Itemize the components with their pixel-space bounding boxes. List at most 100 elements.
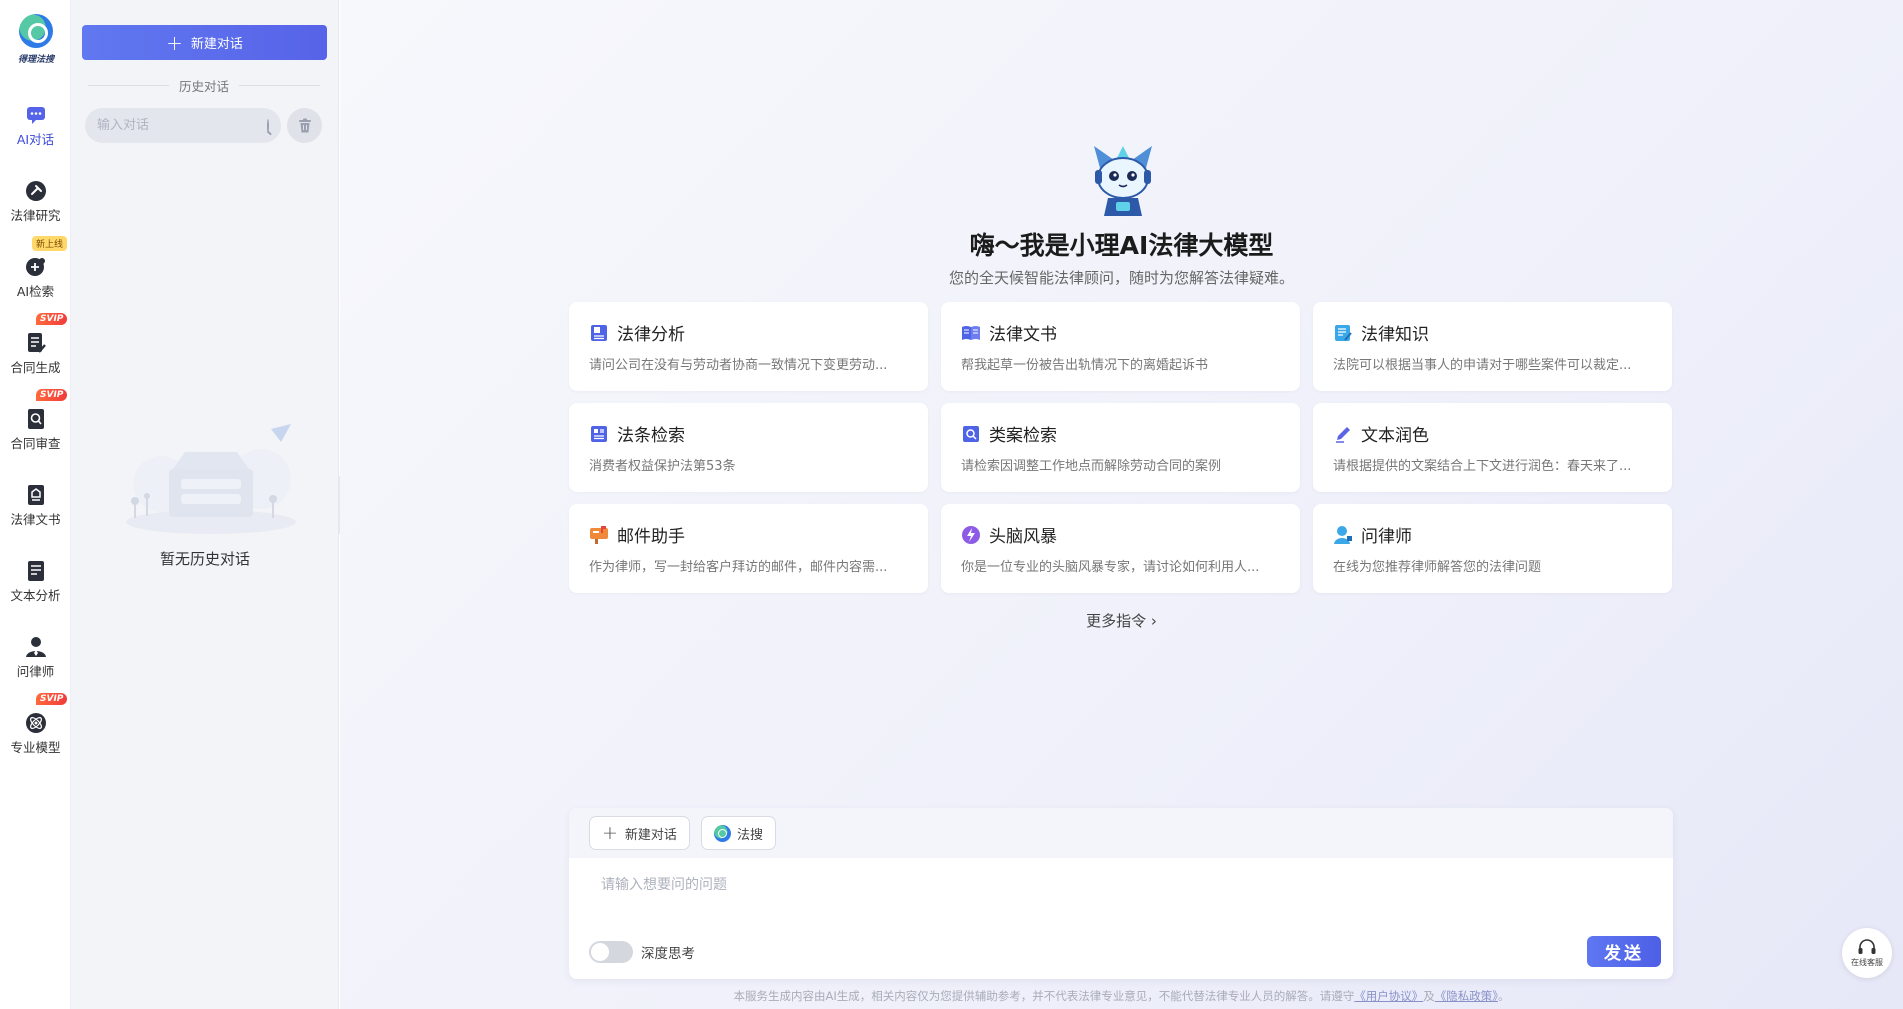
- rail-label: 合同审查: [10, 436, 61, 451]
- mailbox-icon: [589, 525, 609, 545]
- logo-icon: [19, 14, 53, 48]
- card-desc: 请根据提供的文案结合上下文进行润色：春天来了...: [1333, 459, 1632, 474]
- customer-service-button[interactable]: 在线客服: [1842, 928, 1892, 978]
- book-icon: [589, 323, 609, 343]
- case-search-icon: [961, 424, 981, 444]
- chevron-right-icon: ›: [1150, 612, 1157, 630]
- logo-text: 得理法搜: [17, 55, 54, 65]
- pen-icon: [1333, 424, 1353, 444]
- prompt-card-ask-lawyer[interactable]: 问律师 在线为您推荐律师解答您的法律问题: [1313, 504, 1672, 593]
- disclaimer-and: 及: [1423, 989, 1435, 1003]
- hero-title: 嗨～我是小理AI法律大模型: [969, 231, 1274, 260]
- rail-label: AI检索: [16, 284, 55, 299]
- svip-badge: SVIP: [36, 313, 68, 325]
- card-title: 头脑风暴: [989, 527, 1057, 547]
- icon-rail: 得理法搜 AI对话 法律研究 新上线 AI检索 SVIP 合同生成 SVIP 合…: [0, 0, 71, 1009]
- svip-badge: SVIP: [36, 693, 68, 705]
- doc-lines-icon: [25, 560, 47, 582]
- card-title: 法条检索: [617, 426, 685, 446]
- knowledge-icon: [1333, 323, 1353, 343]
- doc-pen-icon: [25, 332, 47, 354]
- rail-label: 专业模型: [10, 740, 61, 755]
- rail-item-ask-lawyer[interactable]: 问律师: [0, 636, 71, 680]
- fasou-button[interactable]: 法搜: [700, 816, 776, 850]
- rail-item-legal-research[interactable]: 法律研究: [0, 180, 71, 224]
- search-icon[interactable]: [267, 118, 269, 133]
- clear-history-button[interactable]: [287, 108, 322, 143]
- rail-item-contract-gen[interactable]: SVIP 合同生成: [0, 313, 71, 376]
- app-logo[interactable]: 得理法搜: [10, 14, 62, 65]
- card-title: 邮件助手: [617, 527, 685, 547]
- disclaimer-tail: 。: [1498, 989, 1510, 1003]
- prompt-card-legal-analysis[interactable]: 法律分析 请问公司在没有与劳动者协商一致情况下变更劳动...: [569, 302, 928, 391]
- svip-badge: SVIP: [36, 389, 68, 401]
- history-search-input[interactable]: [97, 118, 267, 133]
- rail-item-contract-review[interactable]: SVIP 合同审查: [0, 389, 71, 452]
- card-title: 法律文书: [989, 325, 1057, 345]
- disclaimer-body: 本服务生成内容由AI生成，相关内容仅为您提供辅助参考，并不代表法律专业意见，不能…: [733, 989, 1355, 1003]
- card-desc: 请问公司在没有与劳动者协商一致情况下变更劳动...: [589, 358, 888, 373]
- new-badge: 新上线: [32, 236, 68, 251]
- history-panel: + 新建对话 历史对话 暂无历史对话: [71, 0, 339, 1009]
- card-desc: 你是一位专业的头脑风暴专家，请讨论如何利用人...: [961, 560, 1260, 575]
- deep-think-label: 深度思考: [641, 946, 695, 962]
- prompt-card-statute-search[interactable]: 法条检索 消费者权益保护法第53条: [569, 403, 928, 492]
- doc-search-icon: [25, 408, 47, 430]
- fasou-logo-icon: [713, 824, 731, 842]
- rail-label: AI对话: [16, 132, 55, 147]
- rail-item-ai-chat[interactable]: AI对话: [0, 104, 71, 148]
- card-desc: 法院可以根据当事人的申请对于哪些案件可以裁定...: [1333, 358, 1632, 373]
- history-search-box[interactable]: [85, 108, 281, 143]
- rail-label: 法律研究: [10, 208, 61, 223]
- empty-history-text: 暂无历史对话: [159, 550, 250, 568]
- rail-item-text-analysis[interactable]: 文本分析: [0, 560, 71, 604]
- lawyer-icon: [25, 636, 47, 658]
- rail-label: 文本分析: [10, 588, 61, 603]
- ai-search-icon: [25, 256, 47, 278]
- history-section-title: 历史对话: [88, 76, 320, 95]
- more-commands-link[interactable]: 更多指令 ›: [340, 610, 1903, 631]
- empty-history-illustration: [126, 424, 296, 534]
- more-commands-label: 更多指令: [1086, 612, 1147, 630]
- rail-label: 合同生成: [10, 360, 61, 375]
- headset-icon: [1858, 939, 1876, 954]
- rail-item-legal-docs[interactable]: 法律文书: [0, 484, 71, 528]
- rail-item-pro-model[interactable]: SVIP 专业模型: [0, 693, 71, 756]
- prompt-card-mail-assistant[interactable]: 邮件助手 作为律师，写一封给客户拜访的邮件，邮件内容需...: [569, 504, 928, 593]
- rail-item-ai-search[interactable]: 新上线 AI检索: [0, 236, 71, 300]
- history-title-text: 历史对话: [179, 79, 230, 94]
- new-chat-label: 新建对话: [190, 37, 243, 52]
- user-agreement-link[interactable]: 《用户协议》: [1354, 989, 1423, 1003]
- toggle-switch[interactable]: [589, 941, 633, 963]
- rail-label: 问律师: [16, 664, 55, 679]
- prompt-card-text-polish[interactable]: 文本润色 请根据提供的文案结合上下文进行润色：春天来了...: [1313, 403, 1672, 492]
- chip-label: 新建对话: [624, 827, 677, 843]
- new-chat-button[interactable]: + 新建对话: [82, 25, 327, 60]
- composer-new-chat-button[interactable]: + 新建对话: [589, 816, 690, 850]
- mascot-avatar: [1094, 146, 1152, 216]
- prompt-card-case-search[interactable]: 类案检索 请检索因调整工作地点而解除劳动合同的案例: [941, 403, 1300, 492]
- prompt-card-legal-knowledge[interactable]: 法律知识 法院可以根据当事人的申请对于哪些案件可以裁定...: [1313, 302, 1672, 391]
- hero-subtitle: 您的全天候智能法律顾问，随时为您解答法律疑难。: [948, 269, 1294, 287]
- send-button[interactable]: 发送: [1587, 936, 1661, 967]
- deep-think-toggle[interactable]: 深度思考: [589, 941, 695, 963]
- prompt-card-legal-docs[interactable]: 法律文书 帮我起草一份被告出轨情况下的离婚起诉书: [941, 302, 1300, 391]
- brain-icon: [961, 525, 981, 545]
- card-title: 法律知识: [1361, 325, 1429, 345]
- card-title: 类案检索: [989, 426, 1057, 446]
- disclaimer-text: 本服务生成内容由AI生成，相关内容仅为您提供辅助参考，并不代表法律专业意见，不能…: [340, 988, 1903, 1004]
- chat-composer: + 新建对话 法搜 深度思考 发送: [569, 808, 1673, 979]
- open-book-icon: [961, 323, 981, 343]
- card-desc: 帮我起草一份被告出轨情况下的离婚起诉书: [961, 358, 1209, 373]
- customer-service-label: 在线客服: [1851, 958, 1883, 967]
- privacy-policy-link[interactable]: 《隐私政策》: [1435, 989, 1498, 1003]
- card-title: 文本润色: [1361, 426, 1429, 446]
- composer-toolbar: + 新建对话 法搜: [569, 808, 1673, 858]
- card-desc: 请检索因调整工作地点而解除劳动合同的案例: [961, 459, 1222, 474]
- prompt-card-brainstorm[interactable]: 头脑风暴 你是一位专业的头脑风暴专家，请讨论如何利用人...: [941, 504, 1300, 593]
- card-desc: 消费者权益保护法第53条: [589, 459, 736, 474]
- trash-icon: [298, 118, 311, 133]
- card-desc: 作为律师，写一封给客户拜访的邮件，邮件内容需...: [589, 560, 888, 575]
- card-desc: 在线为您推荐律师解答您的法律问题: [1333, 560, 1542, 575]
- question-input[interactable]: [601, 874, 1641, 924]
